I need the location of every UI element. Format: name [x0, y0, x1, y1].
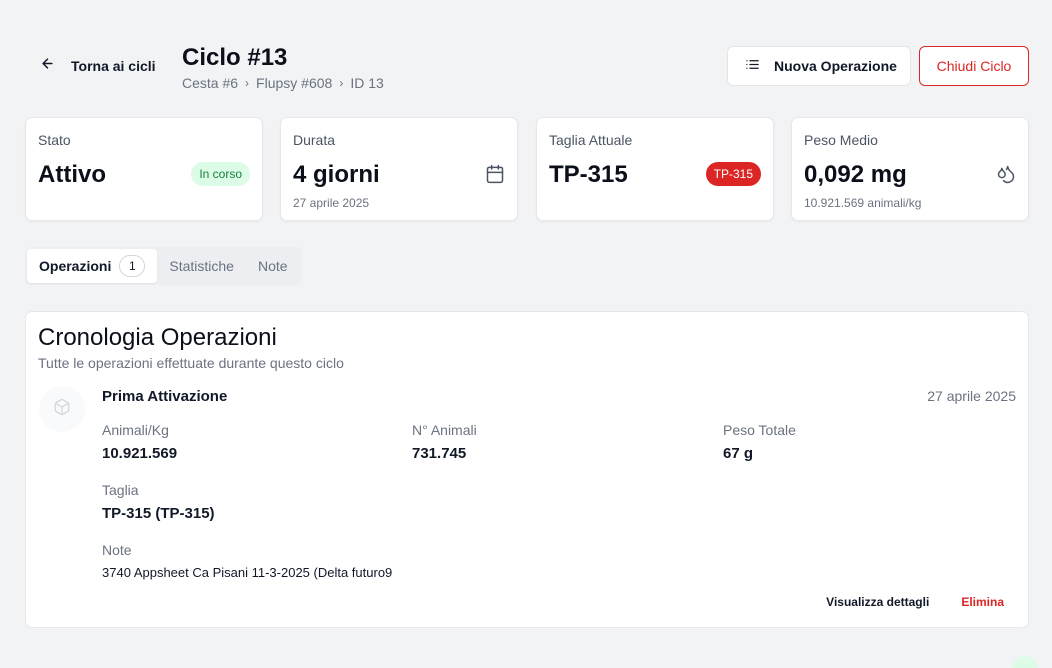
- breadcrumb: Cesta #6 › Flupsy #608 › ID 13: [182, 75, 384, 91]
- tab-notes[interactable]: Note: [246, 249, 300, 283]
- field-total-weight: Peso Totale 67 g: [723, 422, 796, 462]
- floating-action-button[interactable]: [1012, 656, 1038, 668]
- operations-count-badge: 1: [119, 255, 146, 277]
- field-notes: Note 3740 Appsheet Ca Pisani 11-3-2025 (…: [102, 542, 392, 580]
- breadcrumb-id: ID 13: [350, 75, 384, 91]
- animal-count-value: 731.745: [412, 445, 467, 462]
- animals-per-kg-value: 10.921.569: [102, 445, 178, 462]
- chevron-right-icon: ›: [339, 76, 344, 90]
- page-title: Ciclo #13: [182, 44, 288, 71]
- back-to-cycles-button[interactable]: Torna ai cicli: [30, 48, 166, 84]
- field-animal-count: N° Animali 731.745: [412, 422, 477, 462]
- title-block: Ciclo #13 Cesta #6 › Flupsy #608 › ID 13: [182, 44, 384, 91]
- size-badge: TP-315: [705, 162, 761, 186]
- field-size: Taglia TP-315 (TP-315): [102, 482, 215, 522]
- duration-label: Durata: [293, 132, 336, 148]
- status-badge: In corso: [191, 162, 250, 186]
- box-icon: [53, 398, 71, 421]
- panel-title: Cronologia Operazioni: [38, 324, 277, 351]
- operation-actions: Visualizza dettagli Elimina: [826, 595, 1004, 609]
- current-size-card: Taglia Attuale TP-315 TP-315: [536, 117, 774, 221]
- size-value: TP-315 (TP-315): [102, 505, 215, 522]
- tab-operations[interactable]: Operazioni 1: [27, 249, 158, 283]
- current-size-value: TP-315: [549, 161, 628, 188]
- field-animals-per-kg: Animali/Kg 10.921.569: [102, 422, 177, 462]
- breadcrumb-basket[interactable]: Cesta #6: [182, 75, 238, 91]
- operations-timeline-panel: Cronologia Operazioni Tutte le operazion…: [25, 311, 1029, 628]
- status-card: Stato Attivo In corso: [25, 117, 263, 221]
- calendar-icon: [485, 164, 505, 184]
- tab-statistics[interactable]: Statistiche: [157, 249, 246, 283]
- arrow-left-icon: [40, 56, 55, 76]
- new-operation-button[interactable]: Nuova Operazione: [727, 46, 911, 86]
- animals-per-kg: 10.921.569 animali/kg: [804, 196, 922, 210]
- current-size-label: Taglia Attuale: [549, 132, 633, 148]
- duration-card: Durata 4 giorni 27 aprile 2025: [280, 117, 518, 221]
- animal-count-label: N° Animali: [412, 422, 477, 438]
- view-details-button[interactable]: Visualizza dettagli: [826, 595, 929, 609]
- list-icon: [745, 57, 760, 75]
- notes-value: 3740 Appsheet Ca Pisani 11-3-2025 (Delta…: [102, 565, 393, 580]
- average-weight-card: Peso Medio 0,092 mg 10.921.569 animali/k…: [791, 117, 1029, 221]
- average-weight-value: 0,092 mg: [804, 161, 907, 188]
- duration-start-date: 27 aprile 2025: [293, 196, 370, 210]
- panel-subtitle: Tutte le operazioni effettuate durante q…: [38, 355, 344, 371]
- cycle-detail-page: Torna ai cicli Ciclo #13 Cesta #6 › Flup…: [0, 0, 1052, 668]
- operation-name: Prima Attivazione: [102, 388, 228, 405]
- close-cycle-button[interactable]: Chiudi Ciclo: [919, 46, 1029, 86]
- animals-per-kg-label: Animali/Kg: [102, 422, 169, 438]
- chevron-right-icon: ›: [245, 76, 250, 90]
- total-weight-label: Peso Totale: [723, 422, 796, 438]
- total-weight-value: 67 g: [723, 445, 754, 462]
- status-label: Stato: [38, 132, 71, 148]
- back-label: Torna ai cicli: [71, 58, 156, 74]
- operation-icon-container: [39, 386, 85, 432]
- operation-date: 27 aprile 2025: [927, 388, 1016, 404]
- delete-operation-button[interactable]: Elimina: [961, 595, 1004, 609]
- size-label: Taglia: [102, 482, 139, 498]
- breadcrumb-flupsy[interactable]: Flupsy #608: [256, 75, 332, 91]
- new-operation-label: Nuova Operazione: [774, 58, 897, 74]
- notes-label: Note: [102, 542, 132, 558]
- average-weight-label: Peso Medio: [804, 132, 878, 148]
- tab-operations-label: Operazioni: [39, 258, 112, 274]
- duration-value: 4 giorni: [293, 161, 380, 188]
- status-value: Attivo: [38, 161, 106, 188]
- tab-list: Operazioni 1 Statistiche Note: [25, 247, 302, 285]
- droplets-icon: [996, 164, 1016, 184]
